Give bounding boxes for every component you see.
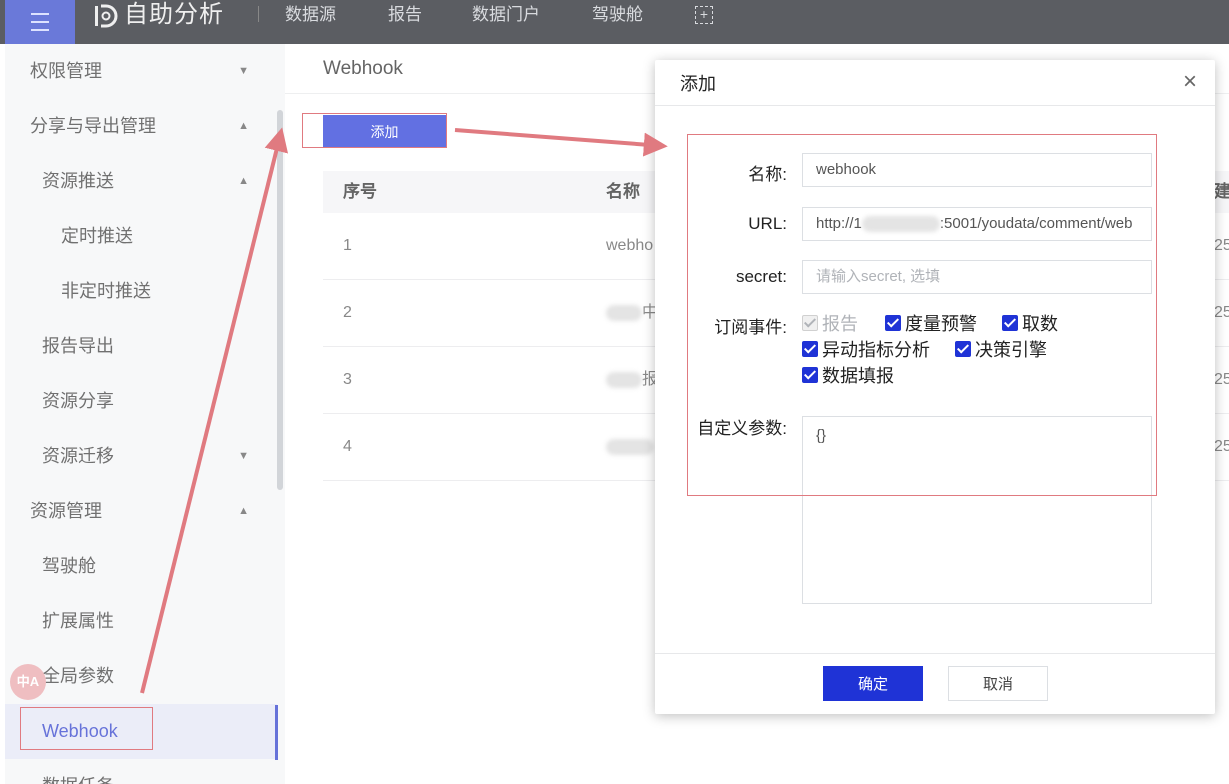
divider	[655, 105, 1215, 106]
annotation-box-webhook	[20, 707, 153, 750]
cancel-button[interactable]: 取消	[948, 666, 1048, 701]
close-icon[interactable]: ×	[1183, 68, 1197, 96]
confirm-button[interactable]: 确定	[823, 666, 923, 701]
divider	[655, 653, 1215, 654]
dialog-title: 添加	[680, 74, 716, 94]
annotation-box-form	[687, 134, 1157, 496]
annotation-box-add	[302, 113, 447, 148]
